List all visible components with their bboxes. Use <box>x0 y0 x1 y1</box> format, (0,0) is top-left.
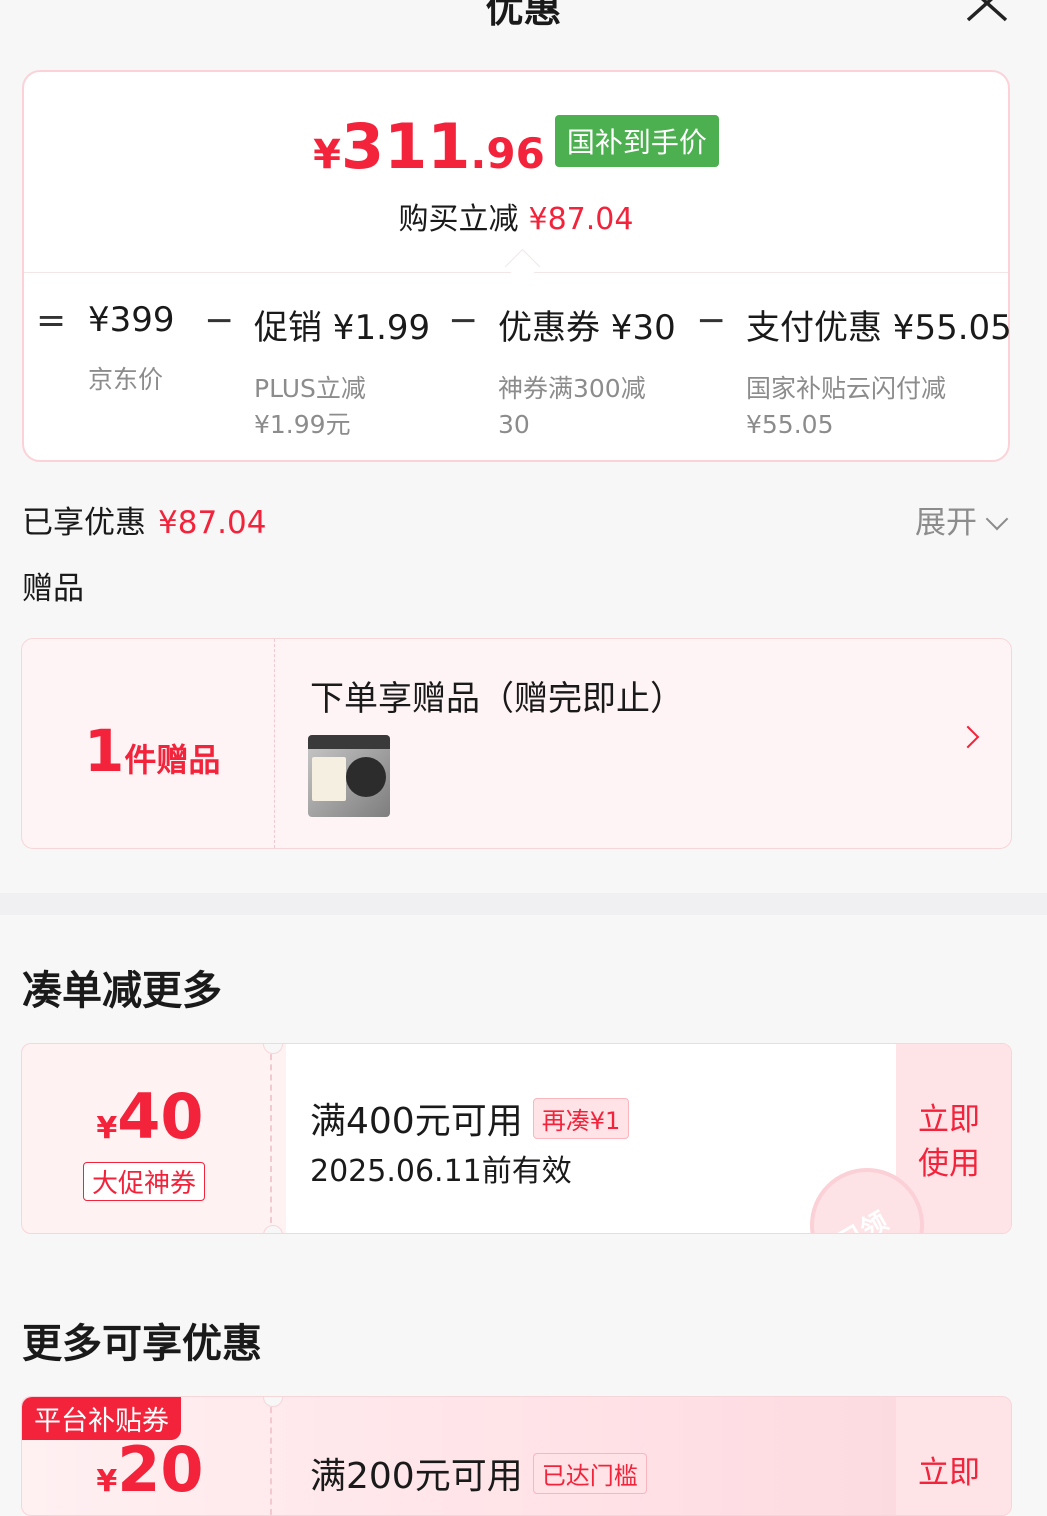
final-price: ¥311.96 <box>313 110 545 183</box>
final-price-area: ¥311.96 国补到手价 购买立减 ¥87.04 <box>24 72 1008 272</box>
enjoyed-amount: ¥87.04 <box>158 505 267 541</box>
coupon-condition: 满200元可用 已达门槛 <box>310 1447 647 1499</box>
equals-sign: = <box>36 300 67 341</box>
gift-card[interactable]: 1件赠品 下单享赠品（赠完即止） <box>21 638 1012 849</box>
minus-sign: − <box>204 300 235 341</box>
minus-sign: − <box>448 300 479 341</box>
ticket-notch <box>263 1225 283 1233</box>
chevron-right-icon[interactable] <box>956 725 980 749</box>
formula-sub-2: ¥55.05 <box>746 410 834 439</box>
ticket-notch <box>263 1397 283 1407</box>
coupon-expiry: 2025.06.11前有效 <box>310 1154 572 1189</box>
coupon-value: ¥40 <box>96 1080 204 1153</box>
coupon-type-tag: 大促神券 <box>83 1162 206 1201</box>
gift-count: 1件赠品 <box>84 717 221 785</box>
close-icon[interactable] <box>962 0 1012 26</box>
formula-main: 优惠券 ¥30 <box>498 308 676 348</box>
divider <box>274 639 275 848</box>
final-price-row: ¥311.96 国补到手价 <box>24 110 1008 183</box>
formula-main: 支付优惠 ¥55.05 <box>746 308 1012 348</box>
enjoyed-label: 已享优惠 <box>22 505 146 541</box>
formula-promo: 促销 ¥1.99 PLUS立减 ¥1.99元 <box>254 300 430 443</box>
formula-sub-2: 30 <box>498 410 530 439</box>
formula-main: 促销 ¥1.99 <box>254 308 431 348</box>
formula-coupon: 优惠券 ¥30 神券满300减 30 <box>498 300 676 443</box>
formula-sub: 京东价 <box>88 365 164 394</box>
formula-sub-2: ¥1.99元 <box>254 410 351 439</box>
formula-main: ¥399 <box>88 300 175 340</box>
purchase-discount-row: 购买立减 ¥87.04 <box>24 194 1008 238</box>
coupon-badge: 再凑¥1 <box>532 1098 630 1139</box>
minus-sign: − <box>696 300 727 341</box>
more-offers-title: 更多可享优惠 <box>22 1321 262 1367</box>
page-title: 优惠 <box>485 0 562 31</box>
formula-sub: PLUS立减 <box>254 374 366 403</box>
coupon-card[interactable]: ¥20 平台补贴券 满200元可用 已达门槛 立即 <box>21 1396 1012 1516</box>
gift-section-label: 赠品 <box>22 571 84 607</box>
price-breakdown-card: ¥311.96 国补到手价 购买立减 ¥87.04 = ¥399 京东价 − 促销 … <box>22 70 1012 462</box>
expand-label: 展开 <box>915 505 977 541</box>
gift-title: 下单享赠品（赠完即止） <box>310 679 684 719</box>
formula-sub: 国家补贴云闪付减 <box>746 374 947 403</box>
perforation <box>270 1044 272 1233</box>
use-now-button[interactable]: 立即 <box>918 1451 998 1495</box>
formula-sub: 神券满300减 <box>498 374 646 403</box>
perforation <box>270 1397 272 1515</box>
formula-jd-price: ¥399 京东价 <box>88 300 175 398</box>
expand-button[interactable]: 展开 <box>915 497 1009 542</box>
platform-subsidy-tag: 平台补贴券 <box>22 1397 181 1440</box>
gift-thumbnail[interactable] <box>308 735 390 817</box>
purchase-discount-label: 购买立减 <box>398 202 519 237</box>
enjoyed-discount: 已享优惠 ¥87.04 <box>22 497 266 542</box>
coupon-value: ¥20 <box>96 1433 204 1506</box>
purchase-discount-amount: ¥87.04 <box>528 202 634 237</box>
gov-subsidy-badge: 国补到手价 <box>554 114 719 167</box>
formula-payment: 支付优惠 ¥55.05 国家补贴云闪付减 ¥55.05 <box>746 300 1012 443</box>
section-separator <box>0 893 1047 915</box>
coupon-card[interactable]: ¥40 大促神券 满400元可用 再凑¥1 2025.06.11前有效 已领 立即… <box>21 1043 1012 1234</box>
more-deals-title: 凑单减更多 <box>22 968 222 1014</box>
use-now-button[interactable]: 立即 使用 <box>918 1098 998 1186</box>
coupon-condition: 满400元可用 再凑¥1 <box>310 1092 630 1144</box>
chevron-down-icon <box>985 507 1009 531</box>
